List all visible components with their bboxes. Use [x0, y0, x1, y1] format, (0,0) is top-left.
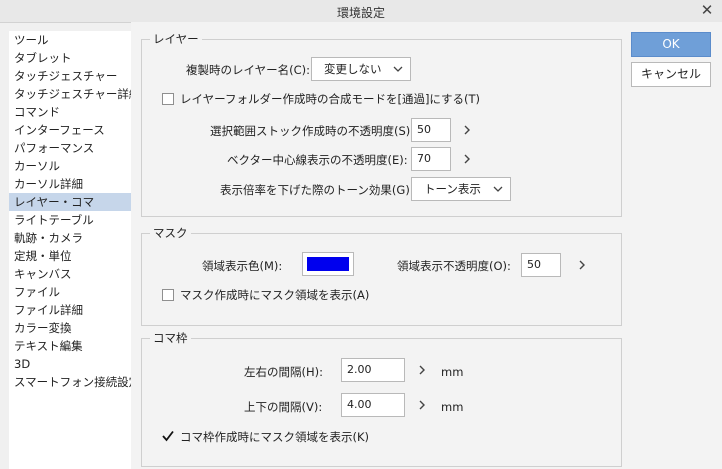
mask-group: マスク 領域表示色(M): 領域表示不透明度(O): 50 マスク作成時にマスク… — [141, 226, 622, 326]
tb-gap-unit: mm — [441, 400, 464, 414]
ok-button[interactable]: OK — [631, 32, 711, 57]
tb-gap-label: 上下の間隔(V): — [244, 400, 323, 414]
frame-mask-checkbox[interactable] — [162, 430, 174, 443]
mask-show-checkbox[interactable] — [162, 289, 174, 301]
tone-effect-label: 表示倍率を下げた際のトーン効果(G): — [220, 183, 414, 197]
mask-group-title: マスク — [150, 226, 191, 240]
sidebar-item[interactable]: 定規・単位 — [9, 247, 131, 265]
mask-show-label: マスク作成時にマスク領域を表示(A) — [180, 288, 370, 302]
lr-gap-label: 左右の間隔(H): — [244, 365, 323, 379]
checkmark-icon — [162, 430, 174, 442]
title-bar: 環境設定 ✕ — [0, 0, 722, 23]
sidebar-item[interactable]: 軌跡・カメラ — [9, 229, 131, 247]
sidebar-item[interactable]: タッチジェスチャー — [9, 67, 131, 85]
sidebar-item[interactable]: ツール — [9, 31, 131, 49]
settings-panel: レイヤー 複製時のレイヤー名(C): 変更しない レイヤーフォルダー作成時の合成… — [131, 22, 722, 469]
sidebar-item[interactable]: カーソル詳細 — [9, 175, 131, 193]
chevron-right-icon[interactable] — [577, 258, 587, 272]
mask-opacity-label: 領域表示不透明度(O): — [397, 259, 511, 273]
lr-gap-input[interactable]: 2.00 — [341, 358, 405, 382]
sidebar-item[interactable]: レイヤー・コマ — [9, 193, 131, 211]
mask-color-button[interactable] — [302, 252, 354, 276]
mask-color-label: 領域表示色(M): — [202, 259, 283, 273]
cancel-button[interactable]: キャンセル — [631, 62, 711, 87]
sidebar-item[interactable]: パフォーマンス — [9, 139, 131, 157]
sidebar-item[interactable]: ファイル詳細 — [9, 301, 131, 319]
frame-mask-label: コマ枠作成時にマスク領域を表示(K) — [180, 430, 370, 444]
lr-gap-unit: mm — [441, 365, 464, 379]
chevron-down-icon — [393, 66, 403, 72]
mask-color-swatch — [307, 257, 349, 271]
sidebar-item[interactable]: カーソル — [9, 157, 131, 175]
chevron-down-icon — [493, 186, 503, 192]
layer-group: レイヤー 複製時のレイヤー名(C): 変更しない レイヤーフォルダー作成時の合成… — [141, 32, 622, 217]
sidebar-item[interactable]: ファイル — [9, 283, 131, 301]
folder-blend-checkbox[interactable] — [162, 93, 174, 105]
sidebar-item[interactable]: カラー変換 — [9, 319, 131, 337]
sidebar-item[interactable]: タブレット — [9, 49, 131, 67]
vector-opacity-input[interactable]: 70 — [411, 147, 451, 171]
sidebar-item[interactable]: ライトテーブル — [9, 211, 131, 229]
sidebar-item[interactable]: インターフェース — [9, 121, 131, 139]
selection-opacity-label: 選択範囲ストック作成時の不透明度(S): — [210, 124, 415, 138]
sidebar-item[interactable]: テキスト編集 — [9, 337, 131, 355]
dup-name-select[interactable]: 変更しない — [311, 57, 411, 81]
window-title: 環境設定 — [336, 6, 385, 20]
sidebar-item[interactable]: キャンバス — [9, 265, 131, 283]
layer-group-title: レイヤー — [150, 32, 202, 46]
chevron-right-icon[interactable] — [417, 363, 427, 377]
selection-opacity-input[interactable]: 50 — [411, 118, 451, 142]
sidebar-item[interactable]: 3D — [9, 355, 131, 373]
close-icon[interactable]: ✕ — [698, 1, 716, 19]
sidebar-item[interactable]: スマートフォン接続設定 — [9, 373, 140, 391]
dup-name-label: 複製時のレイヤー名(C): — [186, 63, 311, 77]
mask-opacity-input[interactable]: 50 — [521, 253, 561, 277]
folder-blend-label: レイヤーフォルダー作成時の合成モードを[通過]にする(T) — [180, 92, 481, 106]
sidebar-item[interactable]: タッチジェスチャー詳細 — [9, 85, 140, 103]
dup-name-value: 変更しない — [324, 62, 382, 76]
chevron-right-icon[interactable] — [462, 123, 472, 137]
vector-opacity-label: ベクター中心線表示の不透明度(E): — [227, 153, 408, 167]
chevron-right-icon[interactable] — [462, 152, 472, 166]
frame-group-title: コマ枠 — [150, 331, 191, 345]
chevron-right-icon[interactable] — [417, 398, 427, 412]
tb-gap-input[interactable]: 4.00 — [341, 393, 405, 417]
tone-effect-select[interactable]: トーン表示 — [411, 177, 511, 201]
category-list: ツール タブレット タッチジェスチャー タッチジェスチャー詳細 コマンド インターフェース… — [9, 31, 140, 469]
frame-group: コマ枠 左右の間隔(H): 2.00 mm 上下の間隔(V): 4.00 mm … — [141, 331, 622, 467]
tone-effect-value: トーン表示 — [424, 182, 481, 196]
sidebar-item[interactable]: コマンド — [9, 103, 131, 121]
